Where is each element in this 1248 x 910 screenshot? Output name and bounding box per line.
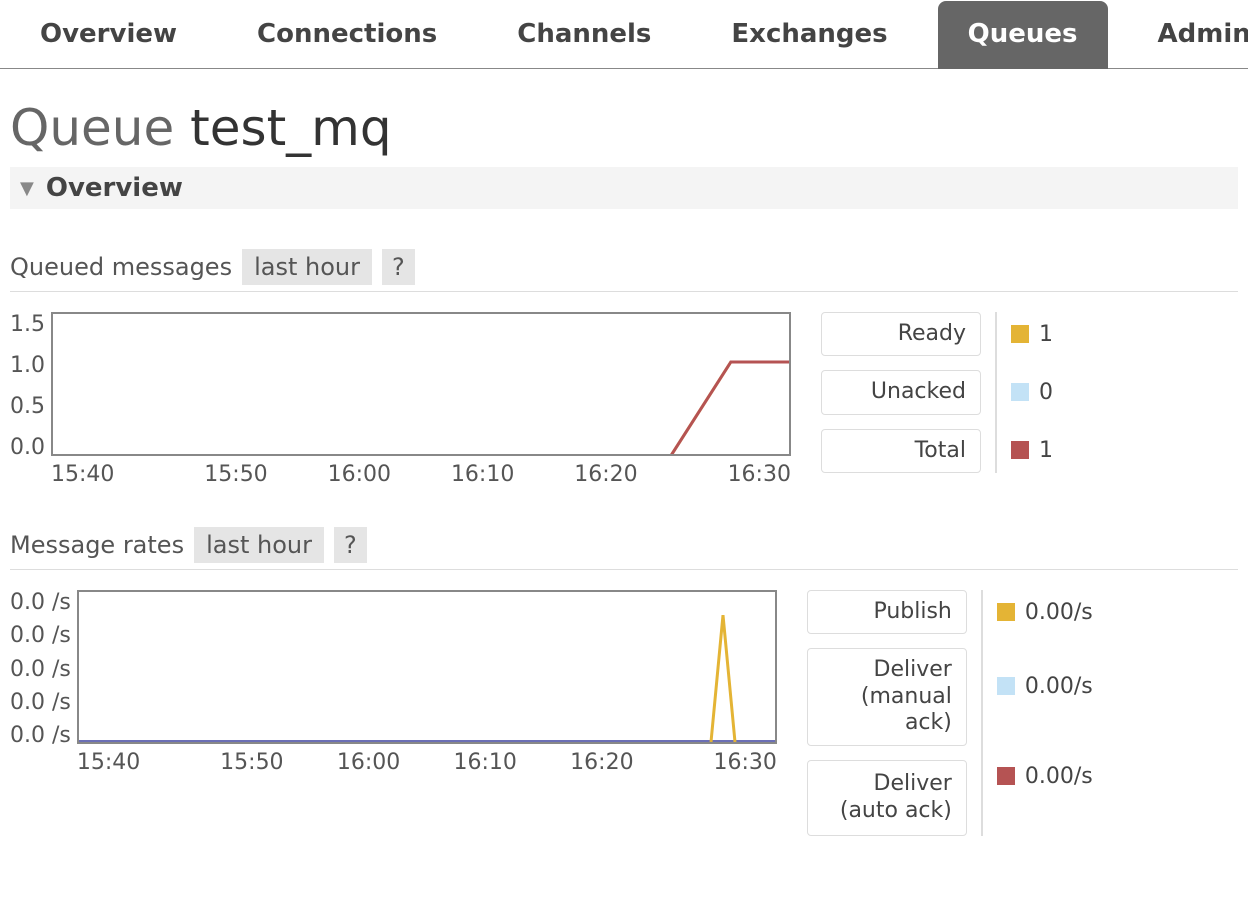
- section-overview-header[interactable]: ▼ Overview: [10, 167, 1238, 209]
- tab-queues[interactable]: Queues: [938, 1, 1108, 69]
- swatch-publish-icon: [997, 603, 1015, 621]
- legend-total-value: 1: [1039, 438, 1053, 463]
- rates-title-row: Message rates last hour ?: [10, 527, 1238, 570]
- tab-exchanges[interactable]: Exchanges: [701, 1, 917, 69]
- swatch-total-icon: [1011, 441, 1029, 459]
- rates-chart: 0.0 /s0.0 /s0.0 /s0.0 /s0.0 /s 15:4015:5…: [10, 590, 777, 775]
- page-title: Queue test_mq: [0, 69, 1248, 167]
- chevron-down-icon: ▼: [20, 178, 34, 199]
- queued-messages-block: Queued messages last hour ? 1.51.00.50.0…: [0, 209, 1248, 487]
- swatch-deliver-auto-icon: [997, 767, 1015, 785]
- swatch-ready-icon: [1011, 325, 1029, 343]
- legend-publish-value: 0.00/s: [1025, 600, 1093, 625]
- rates-legend: Publish Deliver (manual ack) Deliver (au…: [807, 590, 1093, 836]
- queued-plot: [51, 312, 791, 456]
- rates-title: Message rates: [10, 531, 184, 559]
- queued-help-button[interactable]: ?: [382, 249, 415, 285]
- legend-total-button[interactable]: Total: [821, 429, 981, 473]
- section-overview-label: Overview: [46, 173, 183, 203]
- legend-deliver-manual-button[interactable]: Deliver (manual ack): [807, 648, 967, 745]
- legend-publish-button[interactable]: Publish: [807, 590, 967, 634]
- queued-range-selector[interactable]: last hour: [242, 249, 372, 285]
- legend-deliver-manual-value: 0.00/s: [1025, 674, 1093, 699]
- page-title-prefix: Queue: [10, 99, 190, 157]
- page-title-name: test_mq: [190, 99, 391, 157]
- legend-deliver-auto-value: 0.00/s: [1025, 764, 1093, 789]
- tab-admin[interactable]: Admin: [1128, 1, 1248, 69]
- legend-unacked-button[interactable]: Unacked: [821, 370, 981, 414]
- legend-unacked-value: 0: [1039, 380, 1053, 405]
- legend-deliver-auto-button[interactable]: Deliver (auto ack): [807, 760, 967, 836]
- swatch-unacked-icon: [1011, 383, 1029, 401]
- tab-connections[interactable]: Connections: [227, 1, 467, 69]
- queued-title: Queued messages: [10, 253, 232, 281]
- legend-ready-value: 1: [1039, 322, 1053, 347]
- rates-range-selector[interactable]: last hour: [194, 527, 324, 563]
- message-rates-block: Message rates last hour ? 0.0 /s0.0 /s0.…: [0, 487, 1248, 836]
- queued-chart: 1.51.00.50.0 15:4015:5016:0016:1016:2016…: [10, 312, 791, 487]
- queued-title-row: Queued messages last hour ?: [10, 249, 1238, 292]
- rates-plot: [77, 590, 777, 744]
- queued-legend: Ready Unacked Total 1 0 1: [821, 312, 1053, 473]
- legend-ready-button[interactable]: Ready: [821, 312, 981, 356]
- tab-channels[interactable]: Channels: [487, 1, 681, 69]
- rates-help-button[interactable]: ?: [334, 527, 367, 563]
- tab-overview[interactable]: Overview: [10, 1, 207, 69]
- nav-tabs: Overview Connections Channels Exchanges …: [0, 0, 1248, 69]
- swatch-deliver-manual-icon: [997, 677, 1015, 695]
